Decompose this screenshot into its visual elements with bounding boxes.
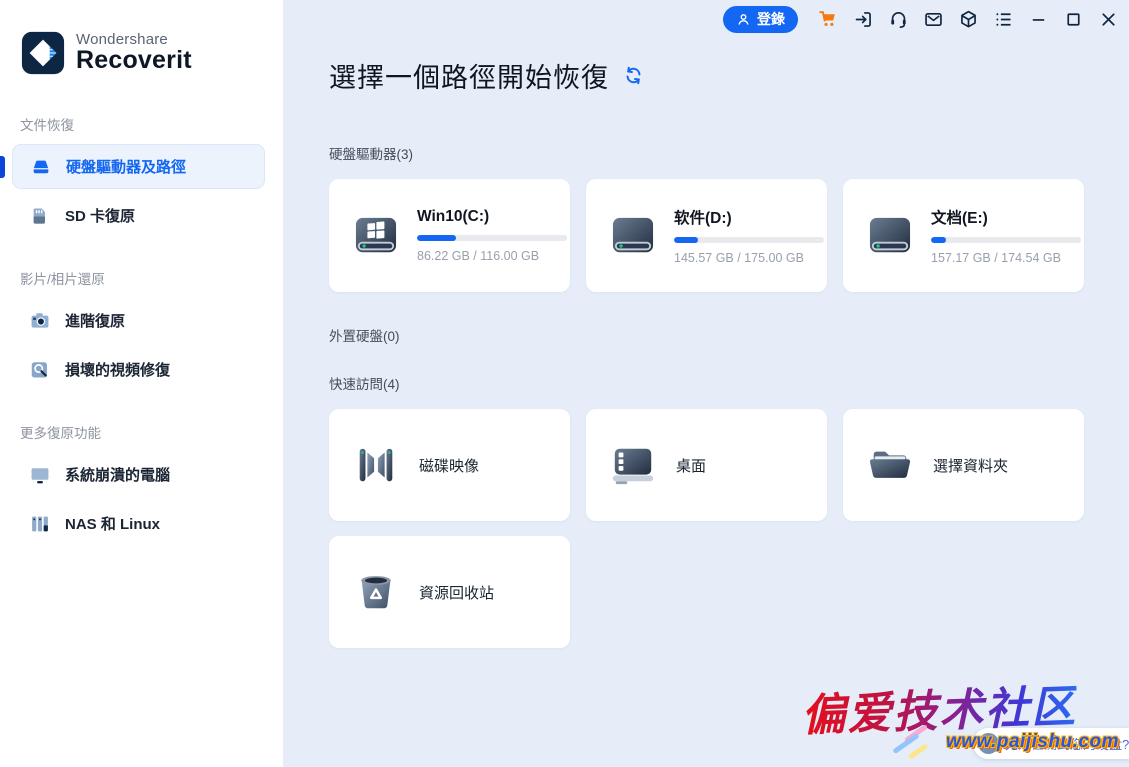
drive-name: Win10(C:) xyxy=(417,208,567,226)
quick-access-label: 選擇資料夾 xyxy=(933,455,1008,476)
signin-icon[interactable] xyxy=(853,9,874,30)
support-headset-icon[interactable] xyxy=(888,9,909,30)
external-drives-section-label: 外置硬盤(0) xyxy=(329,325,1129,345)
drive-usage-fill xyxy=(417,235,456,241)
hard-drive-icon xyxy=(867,215,913,257)
sidebar-item-label: 損壞的視頻修復 xyxy=(65,359,170,380)
drive-card-c[interactable]: Win10(C:) 86.22 GB / 116.00 GB xyxy=(329,179,570,292)
sidebar-item-crashed-computer[interactable]: 系統崩潰的電腦 xyxy=(12,452,265,497)
quick-access-card-disk-image[interactable]: 磁碟映像 xyxy=(329,409,570,521)
question-mark-icon: ? xyxy=(978,733,999,754)
drive-usage-bar xyxy=(931,237,1081,243)
sd-card-icon xyxy=(29,205,51,227)
page-title: 選擇一個路徑開始恢復 xyxy=(329,56,609,95)
hard-drives-section-label: 硬盤驅動器(3) xyxy=(329,143,1129,163)
sidebar-item-nas-linux[interactable]: NAS 和 Linux xyxy=(12,501,265,546)
nas-linux-icon xyxy=(29,513,51,535)
quick-access-card-recycle-bin[interactable]: 資源回收站 xyxy=(329,536,570,648)
hard-drive-icon xyxy=(30,156,52,178)
maximize-icon[interactable] xyxy=(1063,9,1084,30)
hard-drive-icon xyxy=(610,215,656,257)
video-repair-icon xyxy=(29,359,51,381)
cart-icon[interactable] xyxy=(818,9,839,30)
drive-card-d[interactable]: 软件(D:) 145.57 GB / 175.00 GB xyxy=(586,179,827,292)
disk-image-icon xyxy=(353,442,399,488)
quick-access-label: 資源回收站 xyxy=(419,582,494,603)
sidebar-item-label: NAS 和 Linux xyxy=(65,513,160,534)
quick-access-card-desktop[interactable]: 桌面 xyxy=(586,409,827,521)
drive-name: 软件(D:) xyxy=(674,206,824,228)
mail-icon[interactable] xyxy=(923,9,944,30)
cannot-detect-drive-help-button[interactable]: ? 无法检测到您的硬盘? xyxy=(973,728,1129,759)
close-icon[interactable] xyxy=(1098,9,1119,30)
titlebar: 登錄 xyxy=(283,0,1129,38)
desktop-icon xyxy=(610,442,656,488)
sidebar-item-hard-drives[interactable]: 硬盤驅動器及路徑 xyxy=(12,144,265,189)
help-text: 无法检测到您的硬盘? xyxy=(1005,734,1129,753)
refresh-icon[interactable] xyxy=(623,65,644,86)
sidebar-item-enhanced-recovery[interactable]: 進階復原 xyxy=(12,298,265,343)
drive-usage-fill xyxy=(674,237,698,243)
user-icon xyxy=(736,12,751,27)
drive-usage-bar xyxy=(674,237,824,243)
login-label: 登錄 xyxy=(757,9,785,29)
sidebar-item-label: 系統崩潰的電腦 xyxy=(65,464,170,485)
sidebar-section-more-recovery: 更多復原功能 xyxy=(20,422,263,442)
camera-icon xyxy=(29,310,51,332)
drive-usage-fill xyxy=(931,237,946,243)
sidebar-item-video-repair[interactable]: 損壞的視頻修復 xyxy=(12,347,265,392)
drive-name: 文档(E:) xyxy=(931,206,1081,228)
drive-usage-bar xyxy=(417,235,567,241)
sidebar-item-label: 硬盤驅動器及路徑 xyxy=(66,156,186,177)
quick-access-grid: 磁碟映像 桌面 選擇資料夾 xyxy=(329,409,1129,648)
main-panel: 選擇一個路徑開始恢復 硬盤驅動器(3) Win10(C:) xyxy=(283,0,1129,767)
sidebar-item-label: SD 卡復原 xyxy=(65,205,135,226)
sidebar-item-sd-card[interactable]: SD 卡復原 xyxy=(12,193,265,238)
sidebar: Wondershare Recoverit 文件恢復 硬盤驅動器及路徑 SD 卡… xyxy=(0,0,283,767)
crashed-computer-icon xyxy=(29,464,51,486)
drive-size: 157.17 GB / 174.54 GB xyxy=(931,251,1081,265)
quick-access-label: 磁碟映像 xyxy=(419,455,479,476)
recoverit-logo-icon xyxy=(20,30,66,76)
quick-access-label: 桌面 xyxy=(676,455,706,476)
menu-list-icon[interactable] xyxy=(993,9,1014,30)
brand-product: Recoverit xyxy=(76,46,192,75)
hard-drive-windows-icon xyxy=(353,215,399,257)
minimize-icon[interactable] xyxy=(1028,9,1049,30)
folder-icon xyxy=(867,442,913,488)
hard-drives-grid: Win10(C:) 86.22 GB / 116.00 GB 软件(D:) xyxy=(329,179,1129,292)
drive-size: 86.22 GB / 116.00 GB xyxy=(417,249,567,263)
drive-size: 145.57 GB / 175.00 GB xyxy=(674,251,824,265)
sidebar-item-label: 進階復原 xyxy=(65,310,125,331)
login-button[interactable]: 登錄 xyxy=(723,6,798,33)
quick-access-section-label: 快速訪問(4) xyxy=(329,373,1129,393)
sidebar-section-photo-video: 影片/相片還原 xyxy=(20,268,263,288)
quick-access-card-select-folder[interactable]: 選擇資料夾 xyxy=(843,409,1084,521)
package-icon[interactable] xyxy=(958,9,979,30)
app-logo: Wondershare Recoverit xyxy=(20,30,283,76)
sidebar-section-file-recovery: 文件恢復 xyxy=(20,114,263,134)
drive-card-e[interactable]: 文档(E:) 157.17 GB / 174.54 GB xyxy=(843,179,1084,292)
recycle-bin-icon xyxy=(353,569,399,615)
